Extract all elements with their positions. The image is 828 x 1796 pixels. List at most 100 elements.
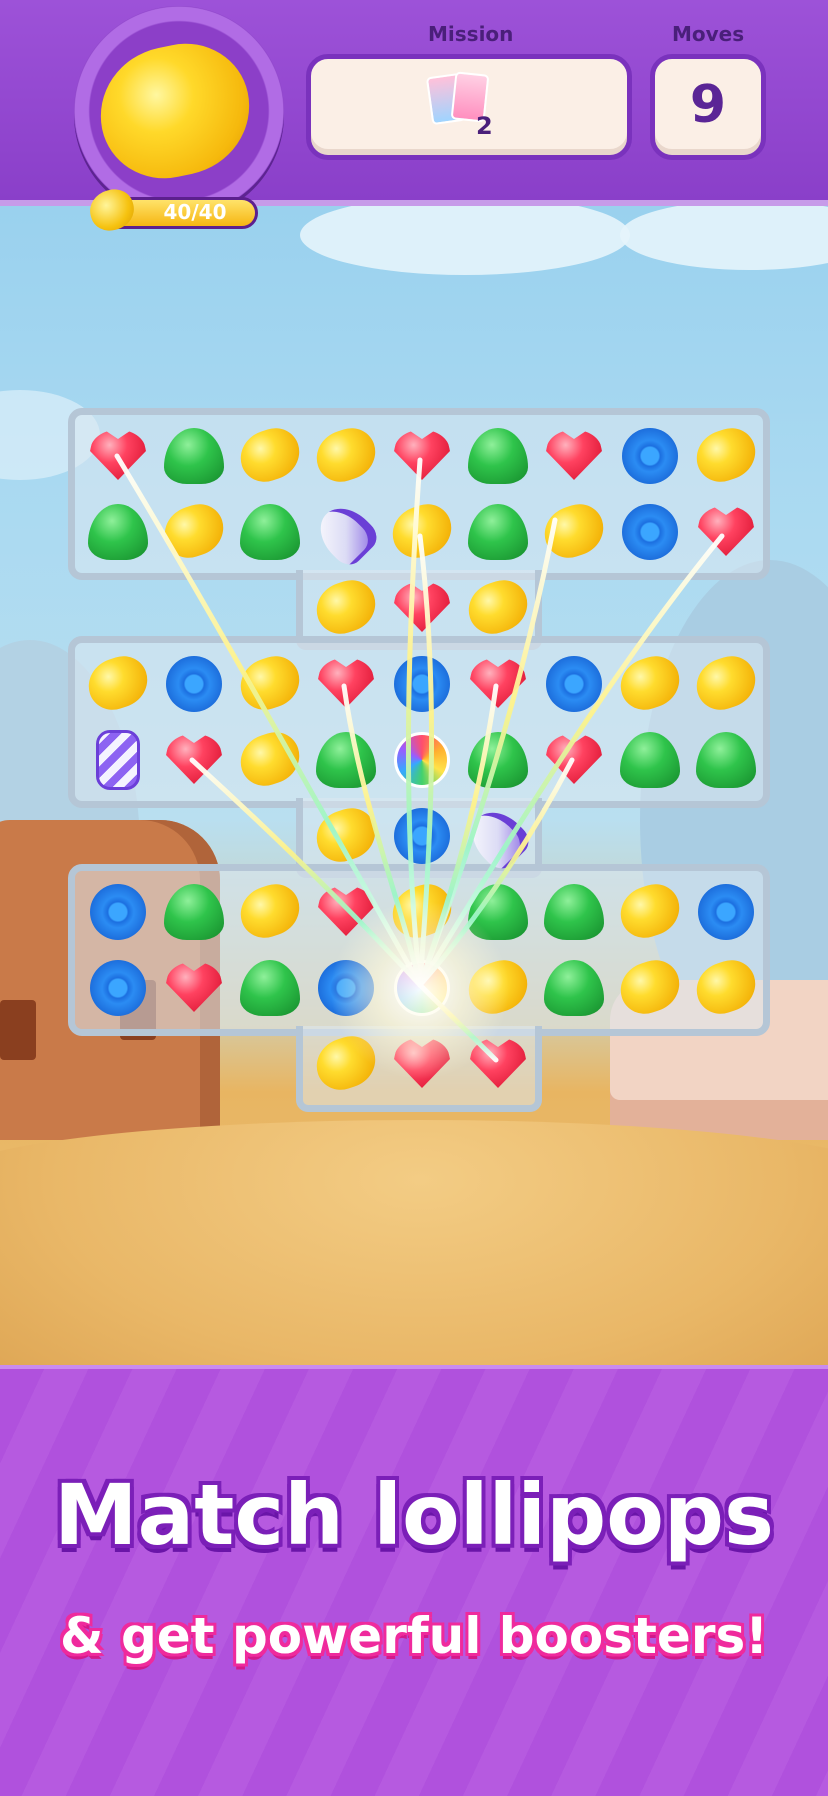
board-cell[interactable]	[612, 494, 688, 570]
cloud	[300, 195, 630, 275]
rocket-booster	[309, 497, 383, 571]
board-cell[interactable]	[156, 722, 232, 798]
headline-primary: Match lollipops	[53, 1466, 775, 1564]
moves-label: Moves	[672, 22, 745, 46]
board-cell[interactable]	[612, 418, 688, 494]
mission-count: 2	[476, 112, 493, 140]
board-cell[interactable]	[156, 418, 232, 494]
board-cell[interactable]	[536, 494, 612, 570]
board-cell[interactable]	[536, 950, 612, 1026]
red-heart-candy	[394, 430, 450, 480]
lemon-candy	[613, 877, 687, 945]
green-gumdrop	[240, 504, 300, 560]
board-cell[interactable]	[688, 950, 764, 1026]
board-cell[interactable]	[232, 874, 308, 950]
lollipop-booster	[394, 732, 450, 788]
goal-progress-text: 40/40	[163, 200, 227, 224]
board-cell[interactable]	[688, 494, 764, 570]
board-cell[interactable]	[232, 646, 308, 722]
board-cell[interactable]	[688, 418, 764, 494]
mission-label: Mission	[428, 22, 514, 46]
blue-candy	[622, 428, 678, 484]
board-cell[interactable]	[384, 570, 460, 646]
board-cell[interactable]	[536, 722, 612, 798]
lemon-candy	[689, 421, 763, 489]
lemon-candy	[689, 649, 763, 717]
board-cell[interactable]	[232, 418, 308, 494]
promo-banner	[0, 1365, 828, 1796]
board-cell[interactable]	[232, 494, 308, 570]
board-cell[interactable]	[612, 646, 688, 722]
board-cell[interactable]	[688, 874, 764, 950]
board-cell[interactable]	[536, 418, 612, 494]
board-cell[interactable]	[232, 950, 308, 1026]
sand-ground	[0, 1120, 828, 1365]
lemon-candy	[537, 497, 611, 565]
board-cell[interactable]	[80, 646, 156, 722]
board-cell[interactable]	[612, 722, 688, 798]
lemon-candy	[233, 649, 307, 717]
green-gumdrop	[544, 884, 604, 940]
board-cell[interactable]	[232, 722, 308, 798]
moves-counter: 9	[650, 54, 766, 160]
board-cell[interactable]	[80, 874, 156, 950]
green-gumdrop	[316, 732, 376, 788]
lemon-candy	[157, 497, 231, 565]
house-window	[0, 1000, 36, 1060]
board-cell[interactable]	[460, 646, 536, 722]
board-cell[interactable]	[536, 874, 612, 950]
board-cell[interactable]	[156, 950, 232, 1026]
lemon-candy	[689, 953, 763, 1021]
board-cell[interactable]	[384, 646, 460, 722]
board-cell[interactable]	[156, 646, 232, 722]
board-cell[interactable]	[156, 494, 232, 570]
board-cell[interactable]	[460, 418, 536, 494]
red-heart-candy	[546, 430, 602, 480]
board-cell[interactable]	[460, 798, 536, 875]
board-cell[interactable]	[384, 494, 460, 570]
board-cell[interactable]	[156, 874, 232, 950]
blue-candy	[546, 656, 602, 712]
board-cell[interactable]	[384, 418, 460, 494]
board-cell[interactable]	[612, 874, 688, 950]
board-cell[interactable]	[80, 418, 156, 494]
blue-candy	[90, 960, 146, 1016]
board-cell[interactable]	[612, 950, 688, 1026]
board-cell[interactable]	[384, 722, 460, 798]
blue-candy	[698, 884, 754, 940]
board-cell[interactable]	[80, 722, 156, 798]
blue-candy	[90, 884, 146, 940]
capsule-booster	[96, 730, 140, 790]
green-gumdrop	[620, 732, 680, 788]
board-cell[interactable]	[308, 798, 384, 874]
board-cell[interactable]	[460, 570, 536, 646]
mission-box	[306, 54, 632, 160]
lemon-candy	[309, 801, 383, 869]
board-cell[interactable]	[308, 570, 384, 646]
board-cell[interactable]	[460, 494, 536, 570]
red-heart-candy	[90, 430, 146, 480]
lemon-candy	[233, 421, 307, 489]
board-cell[interactable]	[688, 722, 764, 798]
green-gumdrop	[164, 884, 224, 940]
board-cell[interactable]	[688, 646, 764, 722]
green-gumdrop	[696, 732, 756, 788]
red-heart-candy	[394, 582, 450, 632]
red-heart-candy	[470, 658, 526, 708]
board-cell[interactable]	[308, 722, 384, 798]
board-cell[interactable]	[80, 950, 156, 1026]
board-cell[interactable]	[80, 494, 156, 570]
lemon-candy	[309, 421, 383, 489]
red-heart-candy	[166, 962, 222, 1012]
green-gumdrop	[544, 960, 604, 1016]
board-cell[interactable]	[308, 646, 384, 722]
board-cell[interactable]	[308, 418, 384, 494]
board-cell[interactable]	[308, 494, 384, 571]
red-heart-candy	[318, 658, 374, 708]
lemon-candy	[613, 953, 687, 1021]
board-cell[interactable]	[536, 646, 612, 722]
board-cell[interactable]	[384, 798, 460, 874]
lemon-candy	[233, 877, 307, 945]
green-gumdrop	[468, 504, 528, 560]
board-cell[interactable]	[460, 722, 536, 798]
